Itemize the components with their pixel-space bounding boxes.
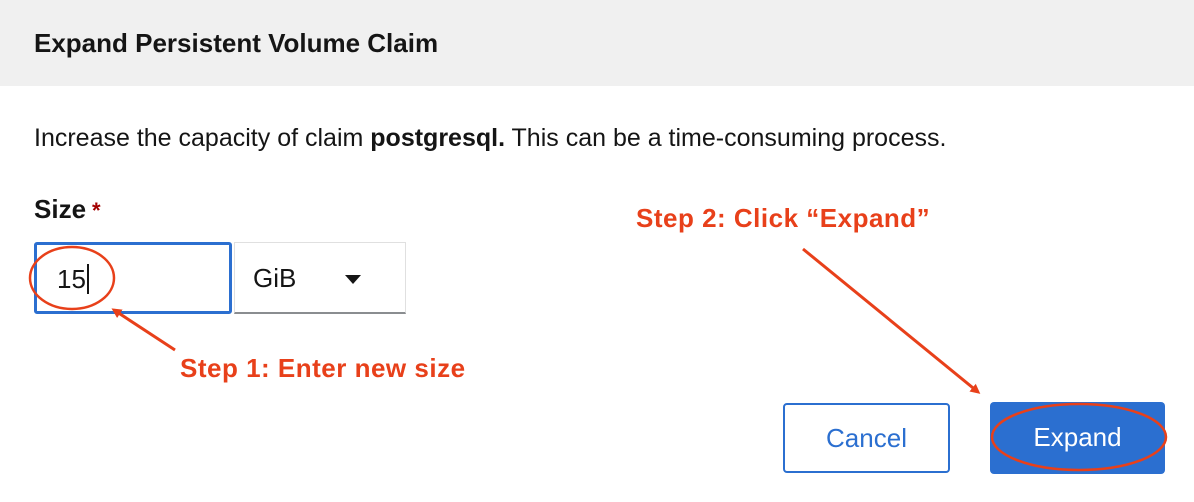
expand-pvc-dialog: Expand Persistent Volume Claim Increase … — [0, 0, 1194, 502]
text-cursor — [86, 264, 89, 295]
description-suffix: This can be a time-consuming process. — [505, 124, 947, 152]
expand-button[interactable]: Expand — [990, 402, 1165, 474]
size-label-text: Size — [34, 194, 87, 224]
size-input[interactable]: 15 — [34, 242, 232, 314]
unit-select[interactable]: GiB — [234, 242, 406, 314]
caret-down-icon — [345, 275, 361, 284]
dialog-header: Expand Persistent Volume Claim — [0, 0, 1194, 86]
required-marker: * — [92, 198, 101, 223]
cancel-button[interactable]: Cancel — [783, 403, 950, 473]
size-value-text: 15 — [57, 264, 86, 294]
step1-annotation: Step 1: Enter new size — [180, 353, 466, 383]
dialog-title: Expand Persistent Volume Claim — [34, 28, 439, 58]
claim-name: postgresql. — [370, 124, 506, 152]
dialog-description: Increase the capacity of claim postgresq… — [34, 120, 946, 156]
description-prefix: Increase the capacity of claim — [34, 124, 371, 152]
step1-arrow — [111, 308, 176, 352]
step2-arrow — [802, 247, 981, 394]
size-label: Size * — [34, 192, 101, 228]
size-input-value: 15 — [57, 262, 89, 296]
step2-annotation: Step 2: Click “Expand” — [636, 203, 931, 233]
unit-select-value: GiB — [253, 263, 297, 293]
